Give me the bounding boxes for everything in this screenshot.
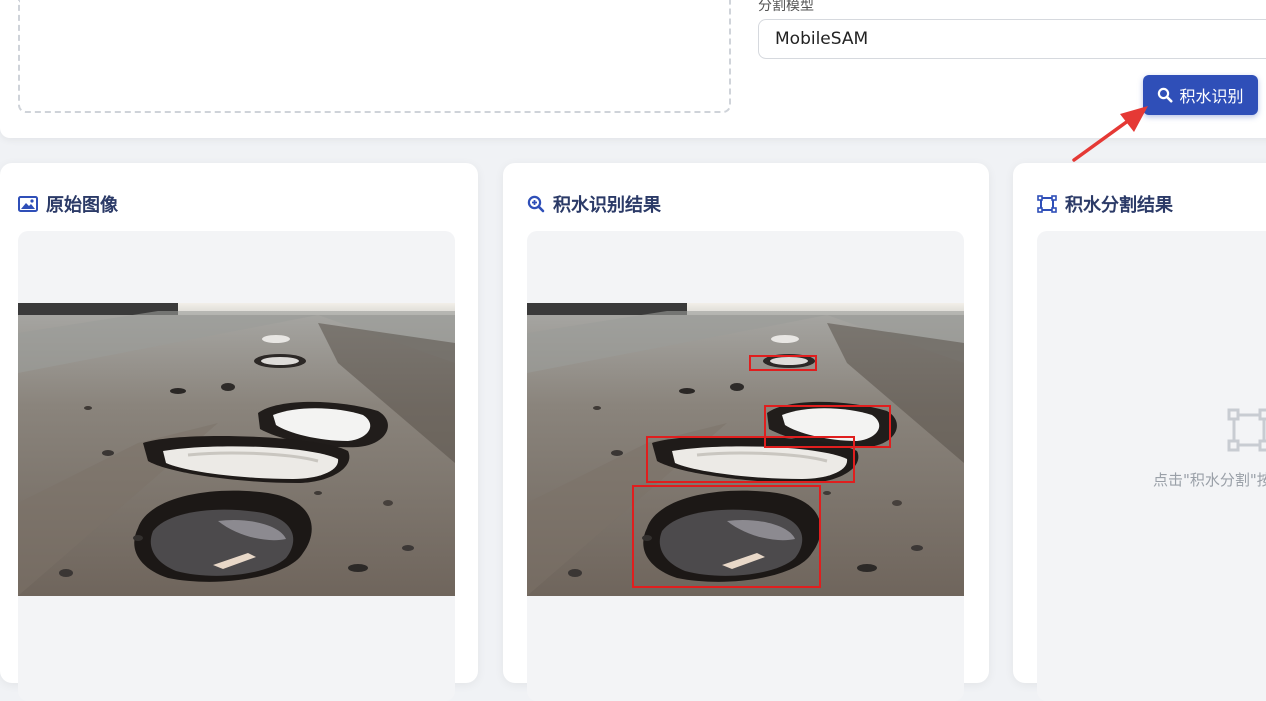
detection-road-image <box>527 303 964 596</box>
detect-button[interactable]: 积水识别 <box>1143 75 1258 115</box>
detection-result-panel: 积水识别结果 <box>503 163 989 701</box>
model-label: 分割模型 <box>758 0 814 14</box>
original-road-image <box>18 303 455 596</box>
detection-result-title-text: 积水识别结果 <box>553 195 661 216</box>
detection-result-title: 积水识别结果 <box>527 191 661 217</box>
model-select[interactable]: MobileSAM <box>758 19 1266 59</box>
image-icon <box>18 196 38 212</box>
segment-frame-icon <box>1037 195 1057 213</box>
original-image-title: 原始图像 <box>18 191 118 217</box>
pointer-arrow-icon <box>1072 106 1148 162</box>
upload-dropzone[interactable] <box>18 0 731 113</box>
segmentation-result-panel: 积水分割结果 点击"积水分割"按 <box>1013 163 1266 701</box>
original-image-title-text: 原始图像 <box>46 195 118 216</box>
segmentation-result-frame: 点击"积水分割"按 <box>1037 231 1266 701</box>
zoom-search-icon <box>527 195 545 213</box>
segmentation-result-title-text: 积水分割结果 <box>1065 195 1173 216</box>
segmentation-result-title: 积水分割结果 <box>1037 191 1173 217</box>
segment-placeholder-text: 点击"积水分割"按 <box>1153 471 1266 489</box>
original-image-frame <box>18 231 455 701</box>
original-image-panel: 原始图像 <box>0 163 478 701</box>
detection-result-frame <box>527 231 964 701</box>
segment-placeholder-icon <box>1227 408 1266 452</box>
detect-button-label: 积水识别 <box>1179 87 1244 106</box>
